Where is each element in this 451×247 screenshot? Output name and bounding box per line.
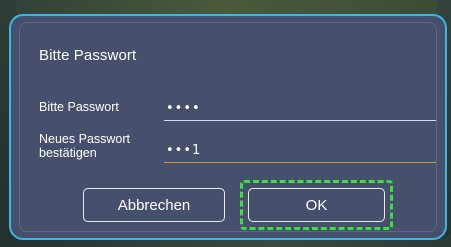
password-label: Bitte Passwort: [39, 100, 119, 114]
ok-button[interactable]: OK: [248, 188, 385, 222]
confirm-password-input[interactable]: •••1: [164, 140, 436, 163]
confirm-password-label: Neues Passwort bestätigen: [39, 132, 131, 160]
cancel-button[interactable]: Abbrechen: [83, 188, 225, 222]
password-dialog: Bitte Passwort Bitte Passwort •••• Neues…: [9, 14, 447, 240]
confirm-password-value: •••1: [166, 143, 202, 158]
dialog-title: Bitte Passwort: [39, 47, 137, 64]
password-value: ••••: [166, 101, 201, 116]
password-input[interactable]: ••••: [164, 98, 436, 121]
